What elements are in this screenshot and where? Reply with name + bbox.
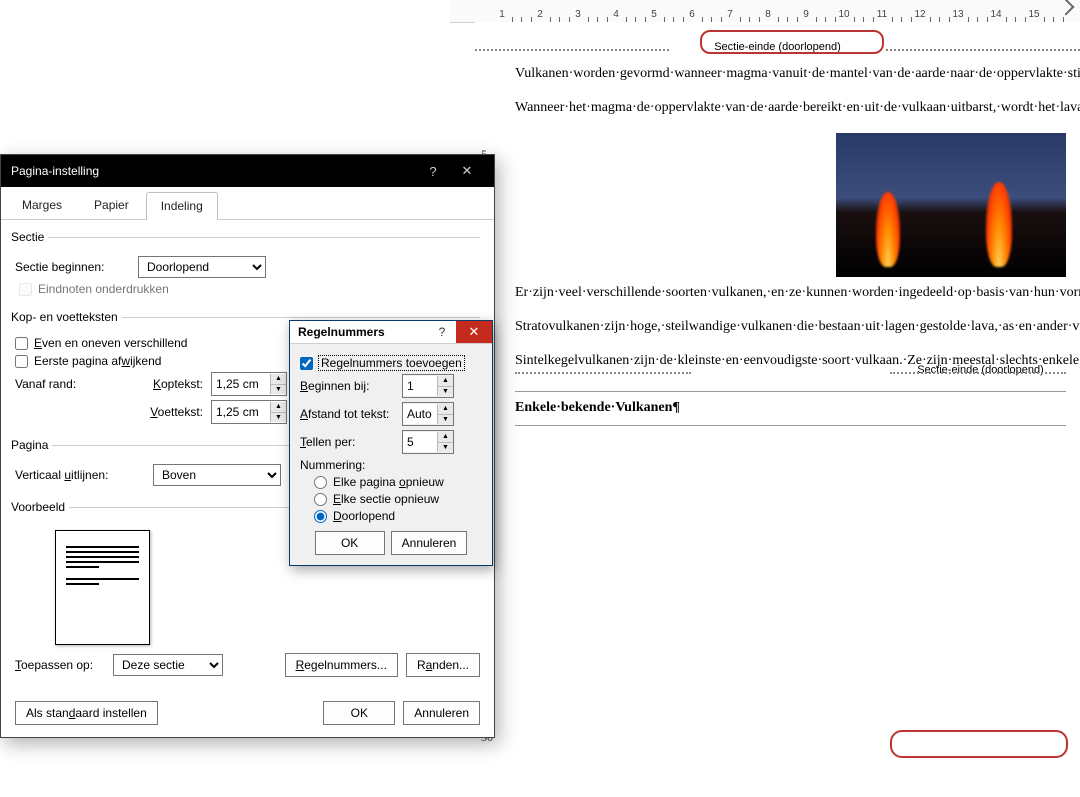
section-break-top: Sectie-einde (doorlopend) (475, 40, 1080, 58)
line-numbers-dialog: Regelnummers ? ✕ Regelnummers toevoegen … (289, 320, 493, 566)
continuous-radio[interactable]: Doorlopend (314, 509, 482, 523)
footer-distance-label: Voettekst: (138, 405, 203, 419)
restart-page-radio[interactable]: Elke pagina opnieuw (314, 475, 482, 489)
distance-input[interactable]: ▲▼ (402, 402, 454, 426)
footer-distance-input[interactable]: ▲▼ (211, 400, 287, 424)
section-break-bottom: Sectie-einde (doorlopend) (515, 363, 1066, 381)
tab-paper[interactable]: Papier (79, 191, 144, 219)
sub-help-button[interactable]: ? (428, 325, 456, 339)
sub-cancel-button[interactable]: Annuleren (391, 531, 468, 555)
sub-ok-button[interactable]: OK (315, 531, 385, 555)
volcano-image (836, 133, 1066, 277)
dialog-title: Pagina-instelling (11, 164, 416, 178)
section-start-select[interactable]: Doorlopend (138, 256, 266, 278)
sub-dialog-title: Regelnummers (298, 325, 428, 339)
paragraph[interactable]: Stratovulkanen·zijn·hoge,·steilwandige·v… (515, 317, 1066, 337)
headers-legend: Kop- en voetteksten (11, 310, 122, 324)
ruler-corner-icon (1060, 1, 1074, 15)
from-edge-label: Vanaf rand: (15, 377, 130, 391)
set-default-button[interactable]: Als standaard instellen (15, 701, 158, 725)
restart-section-radio[interactable]: Elke sectie opnieuw (314, 492, 482, 506)
ok-button[interactable]: OK (323, 701, 395, 725)
count-by-label: Tellen per: (300, 435, 396, 449)
document-canvas[interactable]: Sectie-einde (doorlopend) 5 10 15 20 25 … (475, 22, 1080, 797)
horizontal-ruler: 123456789101112131415 (450, 0, 1080, 23)
suppress-endnotes-checkbox[interactable]: Eindnoten onderdrukken (19, 282, 480, 296)
page-legend: Pagina (11, 438, 52, 452)
apply-to-label: Toepassen op: (15, 658, 105, 672)
tab-strip: Marges Papier Indeling (1, 187, 494, 220)
start-at-input[interactable]: ▲▼ (402, 374, 454, 398)
count-by-input[interactable]: ▲▼ (402, 430, 454, 454)
apply-to-select[interactable]: Deze sectie (113, 654, 223, 676)
line-numbers-button[interactable]: Regelnummers... (285, 653, 398, 677)
start-at-label: Beginnen bij: (300, 379, 396, 393)
header-distance-label: Koptekst: (138, 377, 203, 391)
paragraph[interactable]: Er·zijn·veel·verschillende·soorten·vulka… (515, 133, 1066, 303)
paragraph[interactable]: Wanneer·het·magma·de·oppervlakte·van·de·… (515, 98, 1066, 118)
distance-label: Afstand tot tekst: (300, 407, 396, 421)
cancel-button[interactable]: Annuleren (403, 701, 480, 725)
tab-margins[interactable]: Marges (7, 191, 77, 219)
header-distance-input[interactable]: ▲▼ (211, 372, 287, 396)
close-button[interactable]: ✕ (450, 163, 484, 179)
borders-button[interactable]: Randen... (406, 653, 480, 677)
preview-thumbnail (55, 530, 150, 645)
heading[interactable]: Enkele·bekende·Vulkanen¶ (515, 391, 1066, 425)
paragraph[interactable]: Vulkanen·worden·gevormd·wanneer·magma·va… (515, 64, 1066, 84)
help-button[interactable]: ? (416, 164, 450, 179)
section-group: Sectie Sectie beginnen: Doorlopend Eindn… (15, 230, 480, 302)
add-line-numbers-checkbox[interactable]: Regelnummers toevoegen (300, 356, 482, 370)
vertical-align-select[interactable]: Boven (153, 464, 281, 486)
numbering-label: Nummering: (300, 458, 482, 472)
section-start-label: Sectie beginnen: (15, 260, 130, 274)
section-legend: Sectie (11, 230, 48, 244)
preview-legend: Voorbeeld (11, 500, 69, 514)
titlebar: Pagina-instelling ? ✕ (1, 155, 494, 187)
tab-layout[interactable]: Indeling (146, 192, 218, 220)
sub-close-button[interactable]: ✕ (456, 321, 492, 343)
vertical-align-label: Verticaal uitlijnen: (15, 468, 145, 482)
